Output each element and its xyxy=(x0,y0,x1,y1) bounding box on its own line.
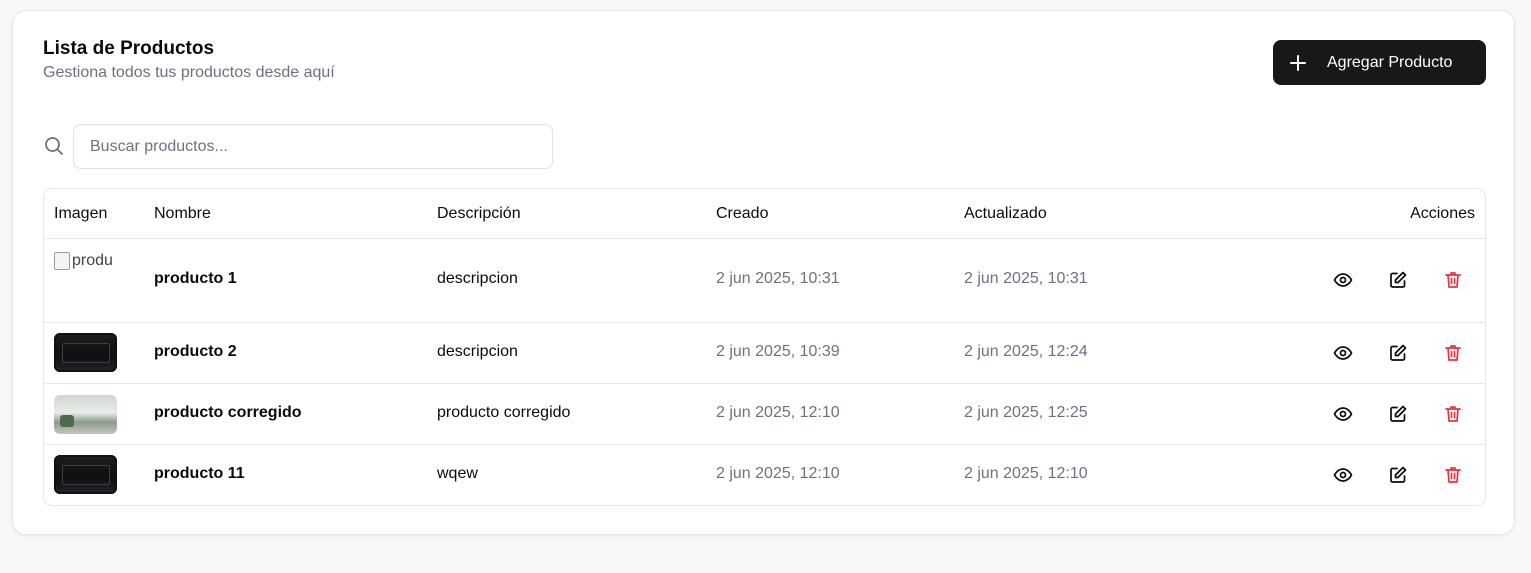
eye-icon xyxy=(1333,404,1353,424)
edit-button[interactable] xyxy=(1387,464,1409,486)
product-name: producto corregido xyxy=(154,404,302,421)
column-header-image: Imagen xyxy=(54,205,108,222)
page-title: Lista de Productos xyxy=(43,38,215,59)
product-created: 2 jun 2025, 12:10 xyxy=(716,404,840,421)
product-updated: 2 jun 2025, 12:24 xyxy=(964,343,1088,360)
product-created: 2 jun 2025, 10:31 xyxy=(716,270,840,287)
edit-icon xyxy=(1388,465,1408,485)
product-updated: 2 jun 2025, 12:25 xyxy=(964,404,1088,421)
view-button[interactable] xyxy=(1332,464,1354,486)
table-row: producto 11 wqew 2 jun 2025, 12:10 2 jun… xyxy=(44,445,1485,505)
table-row: produ producto 1 descripcion 2 jun 2025,… xyxy=(44,239,1485,323)
products-card: Lista de Productos Gestiona todos tus pr… xyxy=(12,10,1515,535)
product-updated: 2 jun 2025, 12:10 xyxy=(964,465,1088,482)
edit-icon xyxy=(1388,404,1408,424)
product-image xyxy=(54,455,117,494)
delete-button[interactable] xyxy=(1442,269,1464,291)
product-image xyxy=(54,395,117,434)
product-created: 2 jun 2025, 10:39 xyxy=(716,343,840,360)
product-description: descripcion xyxy=(437,343,518,360)
product-name: producto 1 xyxy=(154,270,237,287)
product-name: producto 11 xyxy=(154,465,245,482)
page-subtitle: Gestiona todos tus productos desde aquí xyxy=(43,64,335,81)
delete-button[interactable] xyxy=(1442,464,1464,486)
trash-icon xyxy=(1443,404,1463,424)
column-header-created: Creado xyxy=(716,205,769,222)
product-name: producto 2 xyxy=(154,343,237,360)
product-created: 2 jun 2025, 12:10 xyxy=(716,465,840,482)
table-row: producto corregido producto corregido 2 … xyxy=(44,384,1485,445)
edit-icon xyxy=(1388,270,1408,290)
column-header-actions: Acciones xyxy=(1410,205,1475,222)
delete-button[interactable] xyxy=(1442,342,1464,364)
search-icon xyxy=(44,136,64,156)
view-button[interactable] xyxy=(1332,403,1354,425)
plus-icon xyxy=(1289,54,1307,72)
delete-button[interactable] xyxy=(1442,403,1464,425)
products-table: Imagen Nombre Descripción Creado Actuali… xyxy=(43,188,1486,506)
product-description: producto corregido xyxy=(437,404,571,421)
edit-icon xyxy=(1388,343,1408,363)
product-description: wqew xyxy=(437,465,478,482)
trash-icon xyxy=(1443,465,1463,485)
add-product-button[interactable]: Agregar Producto xyxy=(1273,40,1486,85)
edit-button[interactable] xyxy=(1387,342,1409,364)
broken-image-icon xyxy=(54,252,70,270)
product-description: descripcion xyxy=(437,270,518,287)
trash-icon xyxy=(1443,270,1463,290)
table-row: producto 2 descripcion 2 jun 2025, 10:39… xyxy=(44,323,1485,384)
view-button[interactable] xyxy=(1332,269,1354,291)
eye-icon xyxy=(1333,270,1353,290)
search-input[interactable] xyxy=(73,124,553,169)
eye-icon xyxy=(1333,465,1353,485)
column-header-description: Descripción xyxy=(437,205,521,222)
product-image-broken: produ xyxy=(54,251,117,271)
column-header-name: Nombre xyxy=(154,205,211,222)
product-image-alt-text: produ xyxy=(72,252,113,269)
edit-button[interactable] xyxy=(1387,269,1409,291)
trash-icon xyxy=(1443,343,1463,363)
column-header-updated: Actualizado xyxy=(964,205,1047,222)
view-button[interactable] xyxy=(1332,342,1354,364)
add-product-label: Agregar Producto xyxy=(1327,53,1453,71)
table-header: Imagen Nombre Descripción Creado Actuali… xyxy=(44,189,1485,239)
edit-button[interactable] xyxy=(1387,403,1409,425)
product-image xyxy=(54,333,117,372)
product-updated: 2 jun 2025, 10:31 xyxy=(964,270,1088,287)
eye-icon xyxy=(1333,343,1353,363)
